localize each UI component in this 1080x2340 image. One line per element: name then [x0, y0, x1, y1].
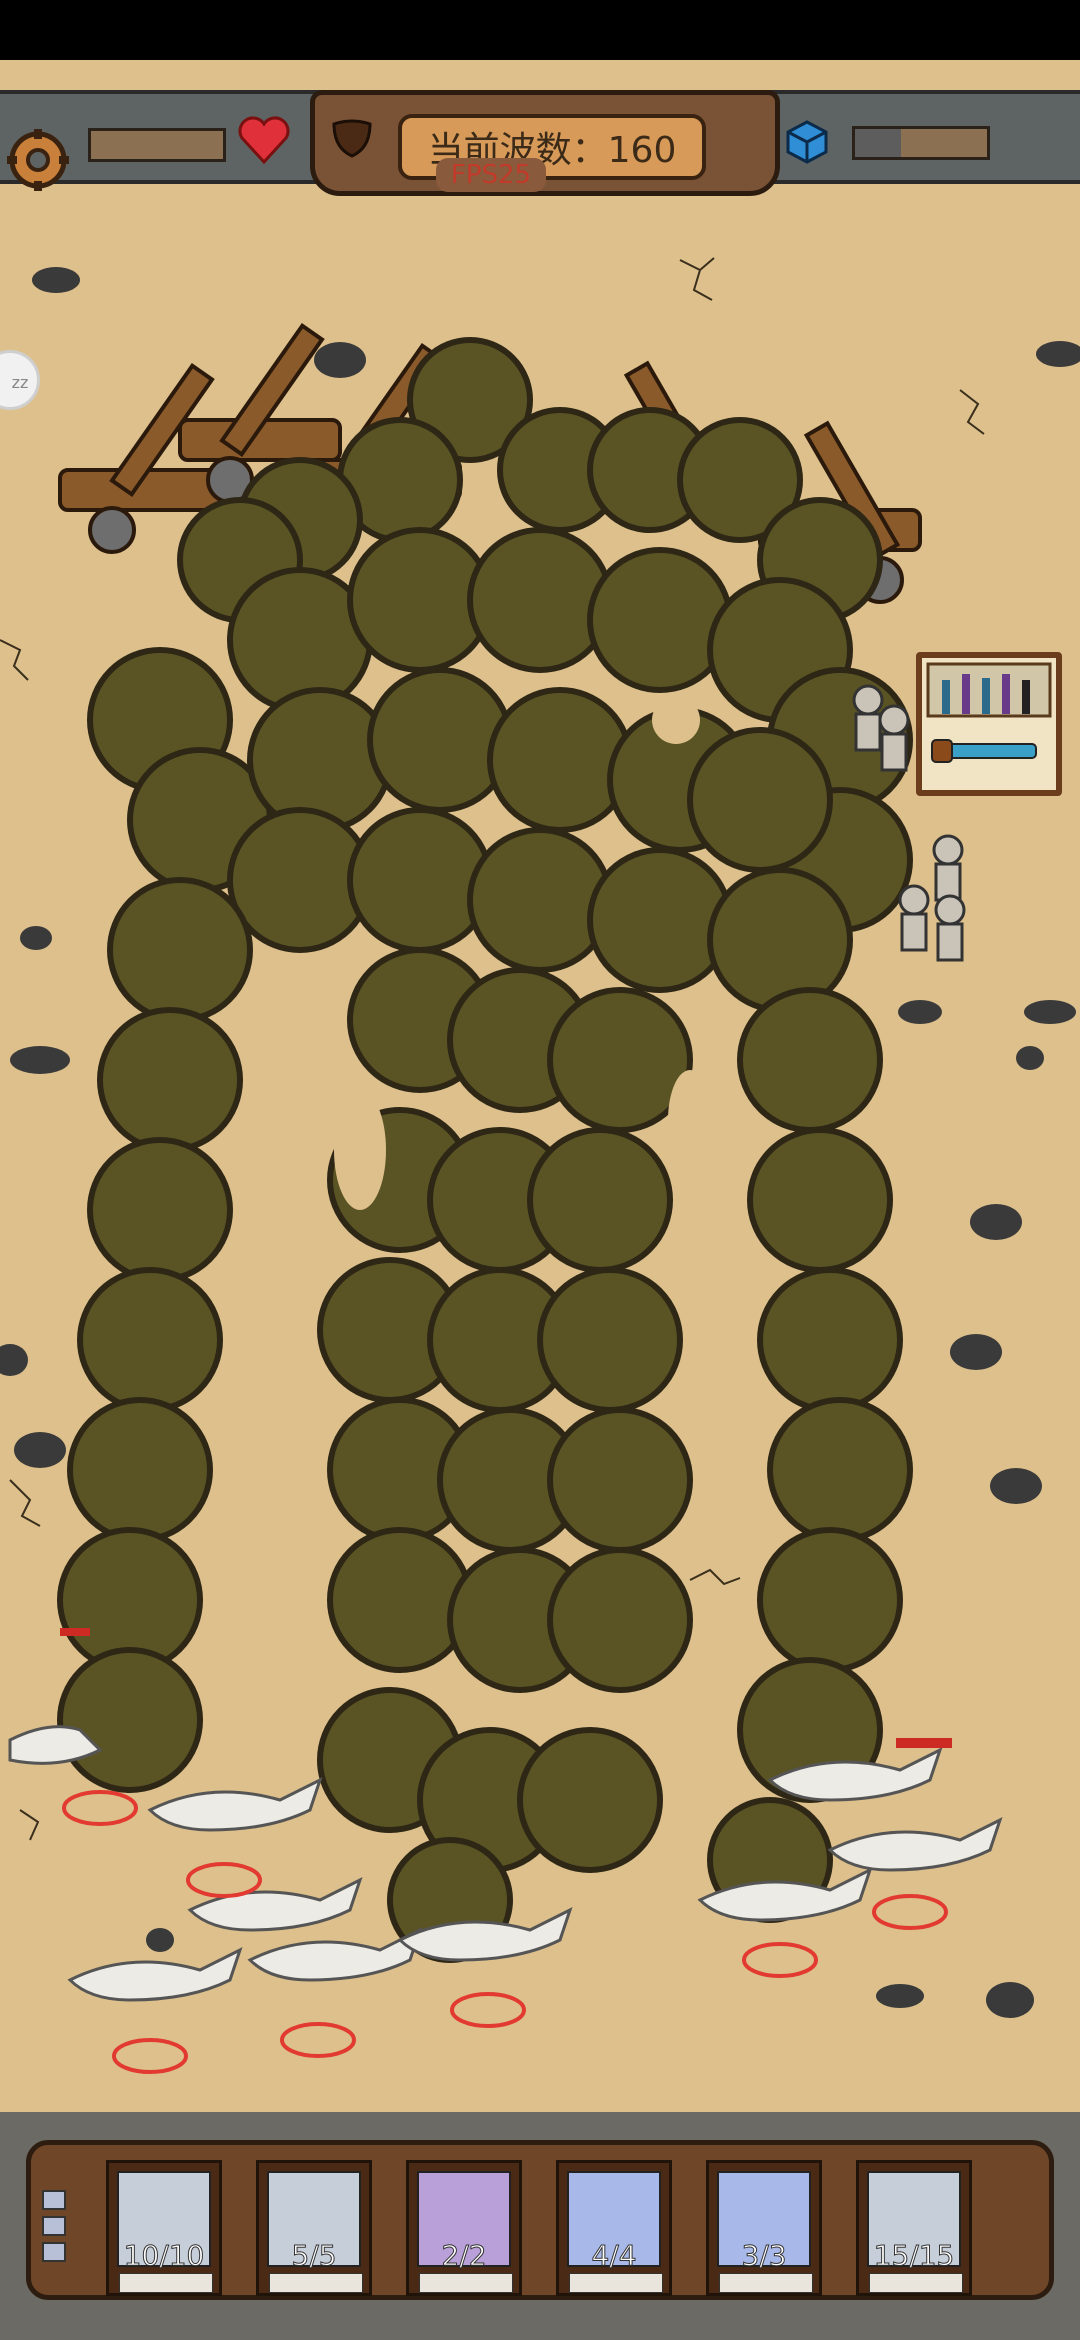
- heart-icon: [238, 116, 290, 165]
- unit-card-gunner[interactable]: 4/4: [556, 2160, 672, 2296]
- mini-unit-icon: [42, 2242, 66, 2262]
- unit-count: 3/3: [741, 2239, 787, 2273]
- golem-gap: [668, 1070, 712, 1170]
- unit-card-crossbow[interactable]: 5/5: [256, 2160, 372, 2296]
- mini-unit-icon: [42, 2190, 66, 2210]
- unit-skill-strip: [569, 2273, 663, 2293]
- gem-progress-bar: [852, 126, 990, 160]
- stone-golem: [57, 337, 913, 1963]
- enemy-health-bar: [896, 1738, 952, 1748]
- wolf-icon: [67, 1947, 243, 2002]
- unit-skill-strip: [419, 2273, 513, 2293]
- mini-icon-column: [42, 2190, 66, 2268]
- gear-icon: [7, 129, 69, 191]
- shield-icon: [332, 119, 372, 158]
- unit-card-medic[interactable]: 15/15: [856, 2160, 972, 2296]
- unit-card-warrior[interactable]: 2/2: [406, 2160, 522, 2296]
- unit-skill-strip: [119, 2273, 213, 2293]
- health-bar: [88, 128, 226, 162]
- sleep-label: zz: [11, 373, 29, 392]
- golem-gap: [652, 696, 700, 744]
- unit-count: 5/5: [291, 2239, 337, 2273]
- gem-cube-icon: [786, 120, 828, 164]
- unit-skill-strip: [719, 2273, 813, 2293]
- mini-unit-icon: [42, 2216, 66, 2236]
- unit-card-archer[interactable]: 10/10: [106, 2160, 222, 2296]
- weapon-rack-icon: [926, 662, 1052, 763]
- fps-counter: FPS25: [436, 158, 546, 192]
- unit-skill-strip: [869, 2273, 963, 2293]
- gem-progress-fill: [855, 129, 902, 157]
- unit-count: 2/2: [441, 2239, 487, 2273]
- unit-card-rifleman[interactable]: 3/3: [706, 2160, 822, 2296]
- enemy-health-bar: [60, 1628, 90, 1636]
- wolf-icon: [187, 1877, 363, 1932]
- unit-count: 15/15: [873, 2239, 955, 2273]
- unit-count: 4/4: [591, 2239, 637, 2273]
- weapon-reward-card[interactable]: [916, 652, 1062, 796]
- wolf-icon: [147, 1777, 323, 1832]
- unit-skill-strip: [269, 2273, 363, 2293]
- battle-scene: [0, 257, 1080, 2074]
- wolf-icon: [247, 1927, 423, 1982]
- golem-gap: [334, 1090, 386, 1210]
- wolf-icon: [827, 1817, 1003, 1872]
- settings-button[interactable]: [0, 120, 76, 200]
- unit-count: 10/10: [123, 2239, 205, 2273]
